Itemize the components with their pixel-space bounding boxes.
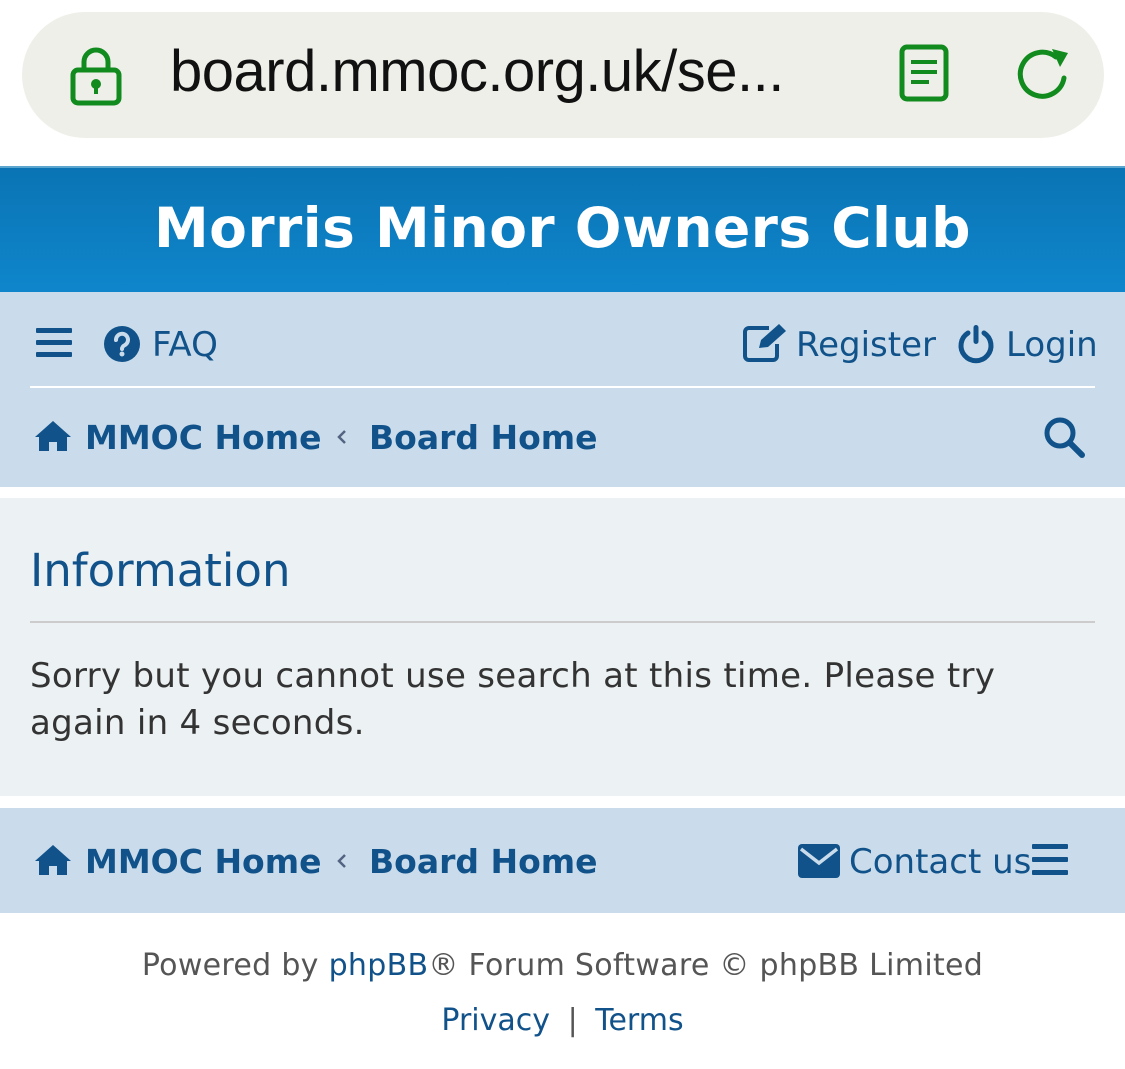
home-icon[interactable] bbox=[34, 420, 72, 452]
login-link[interactable]: Login bbox=[1006, 325, 1098, 365]
contact-us-link[interactable]: Contact us bbox=[849, 842, 1031, 882]
site-header: Morris Minor Owners Club bbox=[0, 166, 1125, 292]
lock-icon bbox=[70, 47, 122, 106]
footer-breadcrumb-mmoc-home[interactable]: MMOC Home bbox=[85, 842, 322, 881]
site-title[interactable]: Morris Minor Owners Club bbox=[0, 196, 1125, 260]
powered-by-suffix: ® Forum Software © phpBB Limited bbox=[428, 948, 984, 983]
footer-navbar: MMOC Home Board Home Contact us bbox=[0, 808, 1125, 913]
reader-mode-icon[interactable] bbox=[899, 44, 949, 102]
chevron-left-icon bbox=[337, 430, 346, 444]
browser-toolbar: board.mmoc.org.uk/se... bbox=[0, 0, 1125, 164]
legal-separator: | bbox=[567, 1003, 578, 1038]
register-link[interactable]: Register bbox=[796, 325, 936, 365]
breadcrumb-board-home[interactable]: Board Home bbox=[369, 418, 598, 457]
copyright: Powered by phpBB® Forum Software © phpBB… bbox=[0, 948, 1125, 983]
powered-by-text: Powered by bbox=[141, 948, 329, 983]
navbar: FAQ Register Login MMOC Home Board Home bbox=[0, 292, 1125, 487]
question-circle-icon[interactable] bbox=[104, 326, 140, 362]
legal-links: Privacy | Terms bbox=[0, 1003, 1125, 1038]
divider bbox=[30, 621, 1095, 623]
home-icon[interactable] bbox=[34, 844, 72, 876]
phpbb-link[interactable]: phpBB bbox=[329, 948, 429, 983]
envelope-icon[interactable] bbox=[798, 844, 840, 878]
faq-link[interactable]: FAQ bbox=[152, 325, 218, 365]
pencil-square-icon[interactable] bbox=[743, 324, 787, 362]
nav-top-row: FAQ Register Login bbox=[30, 292, 1098, 388]
breadcrumb: MMOC Home Board Home bbox=[30, 390, 1095, 487]
url-text[interactable]: board.mmoc.org.uk/se... bbox=[170, 38, 784, 105]
breadcrumb-mmoc-home[interactable]: MMOC Home bbox=[85, 418, 322, 457]
panel-title: Information bbox=[30, 544, 291, 597]
footer-breadcrumb-board-home[interactable]: Board Home bbox=[369, 842, 598, 881]
power-icon[interactable] bbox=[957, 324, 995, 364]
chevron-left-icon bbox=[337, 854, 346, 868]
terms-link[interactable]: Terms bbox=[595, 1003, 683, 1038]
panel-message: Sorry but you cannot use search at this … bbox=[30, 656, 996, 743]
hamburger-menu-icon[interactable] bbox=[36, 328, 72, 358]
privacy-link[interactable]: Privacy bbox=[441, 1003, 550, 1038]
search-icon[interactable] bbox=[1043, 416, 1085, 458]
information-panel: Information Sorry but you cannot use sea… bbox=[0, 498, 1125, 796]
hamburger-menu-icon[interactable] bbox=[1032, 844, 1068, 876]
reload-icon[interactable] bbox=[1012, 44, 1074, 106]
